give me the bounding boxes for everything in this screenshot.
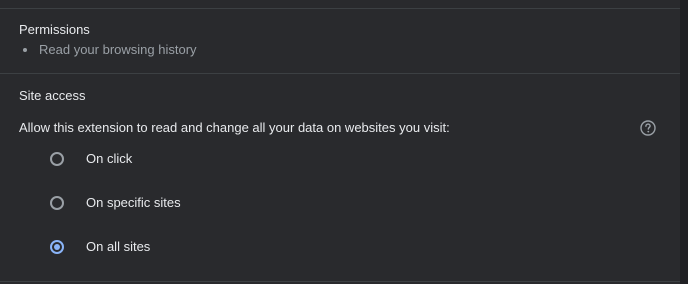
section-divider [0,73,680,74]
site-access-option-on-click[interactable]: On click [50,150,132,168]
permissions-heading: Permissions [19,22,90,37]
radio-label: On specific sites [86,195,181,210]
permission-item-label: Read your browsing history [39,42,197,57]
radio-button[interactable] [50,152,64,166]
site-access-heading: Site access [19,88,86,103]
radio-label: On click [86,151,133,166]
section-divider [0,281,680,282]
site-access-description: Allow this extension to read and change … [19,120,450,135]
site-access-option-on-specific-sites[interactable]: On specific sites [50,194,181,212]
extension-details-card: Permissions Read your browsing history S… [0,0,680,284]
help-circle-icon[interactable] [640,120,656,136]
site-access-option-on-all-sites[interactable]: On all sites [50,238,150,256]
bullet-icon [23,48,27,52]
permission-item: Read your browsing history [23,42,197,58]
radio-button[interactable] [50,196,64,210]
radio-button-selected[interactable] [50,240,64,254]
scrollbar[interactable] [680,0,688,284]
radio-label: On all sites [86,239,151,254]
section-divider [0,8,680,9]
